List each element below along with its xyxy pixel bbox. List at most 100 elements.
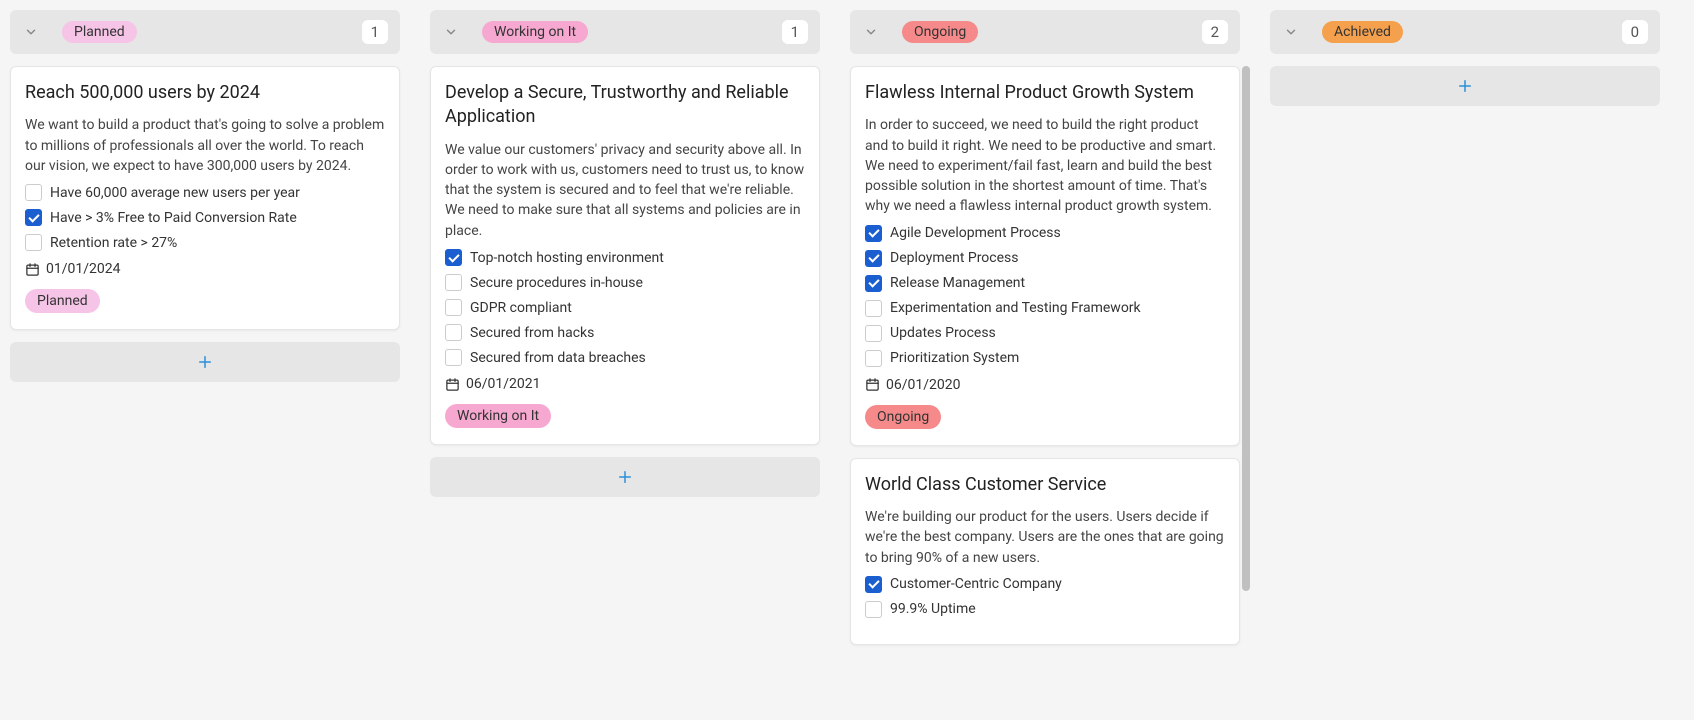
checklist-label: Experimentation and Testing Framework: [890, 300, 1141, 316]
checklist-item[interactable]: Secured from hacks: [445, 324, 805, 341]
checklist-label: Agile Development Process: [890, 225, 1061, 241]
checklist-item[interactable]: Agile Development Process: [865, 225, 1225, 242]
checklist-item[interactable]: Have > 3% Free to Paid Conversion Rate: [25, 209, 385, 226]
checkbox[interactable]: [865, 325, 882, 342]
checklist-item[interactable]: Secure procedures in-house: [445, 274, 805, 291]
checkbox[interactable]: [865, 225, 882, 242]
checklist-item[interactable]: Prioritization System: [865, 350, 1225, 367]
calendar-icon: [865, 377, 880, 392]
column-count-badge: 1: [782, 20, 808, 44]
column-status-pill: Planned: [62, 21, 137, 43]
plus-icon: [196, 353, 214, 371]
card-status-pill: Working on It: [445, 404, 551, 428]
checklist-label: Secured from hacks: [470, 325, 594, 341]
checklist-label: Have > 3% Free to Paid Conversion Rate: [50, 210, 297, 226]
card-title: Develop a Secure, Trustworthy and Reliab…: [445, 81, 805, 130]
card[interactable]: Develop a Secure, Trustworthy and Reliab…: [430, 66, 820, 445]
column-achieved: Achieved 0: [1270, 10, 1660, 106]
scrollbar-thumb[interactable]: [1242, 66, 1250, 591]
card-date: 01/01/2024: [25, 261, 385, 277]
column-body: Reach 500,000 users by 2024 We want to bu…: [10, 66, 400, 342]
column-body: Flawless Internal Product Growth System I…: [850, 66, 1240, 657]
checkbox[interactable]: [445, 349, 462, 366]
plus-icon: [1456, 77, 1474, 95]
card[interactable]: Reach 500,000 users by 2024 We want to bu…: [10, 66, 400, 330]
card[interactable]: Flawless Internal Product Growth System I…: [850, 66, 1240, 446]
column-planned: Planned 1 Reach 500,000 users by 2024 We wa…: [10, 10, 400, 382]
checklist-label: Deployment Process: [890, 250, 1019, 266]
chevron-down-icon[interactable]: [442, 23, 460, 41]
checkbox[interactable]: [445, 274, 462, 291]
checklist-label: Retention rate > 27%: [50, 235, 177, 251]
card-description: We want to build a product that's going …: [25, 115, 385, 176]
card-date-text: 06/01/2020: [886, 377, 961, 393]
column-body: Develop a Secure, Trustworthy and Reliab…: [430, 66, 820, 457]
column-count-badge: 1: [362, 20, 388, 44]
column-header[interactable]: Planned 1: [10, 10, 400, 54]
checklist-item[interactable]: Release Management: [865, 275, 1225, 292]
calendar-icon: [445, 377, 460, 392]
column-working: Working on It 1 Develop a Secure, Trustwor…: [430, 10, 820, 497]
chevron-down-icon[interactable]: [1282, 23, 1300, 41]
checkbox[interactable]: [25, 184, 42, 201]
checklist-item[interactable]: Top-notch hosting environment: [445, 249, 805, 266]
column-header[interactable]: Working on It 1: [430, 10, 820, 54]
checklist-label: Prioritization System: [890, 350, 1019, 366]
add-card-button[interactable]: [10, 342, 400, 382]
card-title: World Class Customer Service: [865, 473, 1225, 497]
card-date-text: 06/01/2021: [466, 376, 541, 392]
checklist-item[interactable]: GDPR compliant: [445, 299, 805, 316]
card-checklist: Have 60,000 average new users per year Ha…: [25, 184, 385, 251]
checklist-label: Updates Process: [890, 325, 996, 341]
checklist-label: GDPR compliant: [470, 300, 572, 316]
checklist-item[interactable]: Secured from data breaches: [445, 349, 805, 366]
checklist-item[interactable]: 99.9% Uptime: [865, 601, 1225, 618]
card-checklist: Agile Development Process Deployment Proc…: [865, 225, 1225, 367]
checkbox[interactable]: [865, 350, 882, 367]
card-date-text: 01/01/2024: [46, 261, 121, 277]
add-card-button[interactable]: [430, 457, 820, 497]
checklist-label: Top-notch hosting environment: [470, 250, 664, 266]
card-status-pill: Planned: [25, 289, 100, 313]
checkbox[interactable]: [865, 300, 882, 317]
checkbox[interactable]: [445, 324, 462, 341]
column-count-badge: 0: [1622, 20, 1648, 44]
card-description: In order to succeed, we need to build th…: [865, 115, 1225, 216]
plus-icon: [616, 468, 634, 486]
column-header[interactable]: Ongoing 2: [850, 10, 1240, 54]
checklist-item[interactable]: Retention rate > 27%: [25, 234, 385, 251]
column-count-badge: 2: [1202, 20, 1228, 44]
checklist-item[interactable]: Experimentation and Testing Framework: [865, 300, 1225, 317]
checklist-item[interactable]: Have 60,000 average new users per year: [25, 184, 385, 201]
card-title: Flawless Internal Product Growth System: [865, 81, 1225, 105]
chevron-down-icon[interactable]: [862, 23, 880, 41]
checklist-label: Release Management: [890, 275, 1025, 291]
add-card-button[interactable]: [1270, 66, 1660, 106]
card-description: We're building our product for the users…: [865, 507, 1225, 568]
checkbox[interactable]: [865, 250, 882, 267]
checkbox[interactable]: [25, 234, 42, 251]
checkbox[interactable]: [445, 299, 462, 316]
checklist-label: Customer-Centric Company: [890, 576, 1062, 592]
checklist-item[interactable]: Deployment Process: [865, 250, 1225, 267]
column-ongoing: Ongoing 2 Flawless Internal Product Growth…: [850, 10, 1240, 657]
kanban-board: Planned 1 Reach 500,000 users by 2024 We wa…: [10, 10, 1684, 657]
checkbox[interactable]: [25, 209, 42, 226]
column-status-pill: Ongoing: [902, 21, 978, 43]
checklist-label: Secured from data breaches: [470, 350, 646, 366]
card-date: 06/01/2020: [865, 377, 1225, 393]
checklist-item[interactable]: Customer-Centric Company: [865, 576, 1225, 593]
column-status-pill: Achieved: [1322, 21, 1403, 43]
checkbox[interactable]: [865, 576, 882, 593]
checkbox[interactable]: [865, 275, 882, 292]
checklist-item[interactable]: Updates Process: [865, 325, 1225, 342]
chevron-down-icon[interactable]: [22, 23, 40, 41]
checkbox[interactable]: [865, 601, 882, 618]
column-status-pill: Working on It: [482, 21, 588, 43]
card-title: Reach 500,000 users by 2024: [25, 81, 385, 105]
card[interactable]: World Class Customer Service We're buildi…: [850, 458, 1240, 645]
checkbox[interactable]: [445, 249, 462, 266]
column-header[interactable]: Achieved 0: [1270, 10, 1660, 54]
calendar-icon: [25, 262, 40, 277]
checklist-label: Secure procedures in-house: [470, 275, 643, 291]
